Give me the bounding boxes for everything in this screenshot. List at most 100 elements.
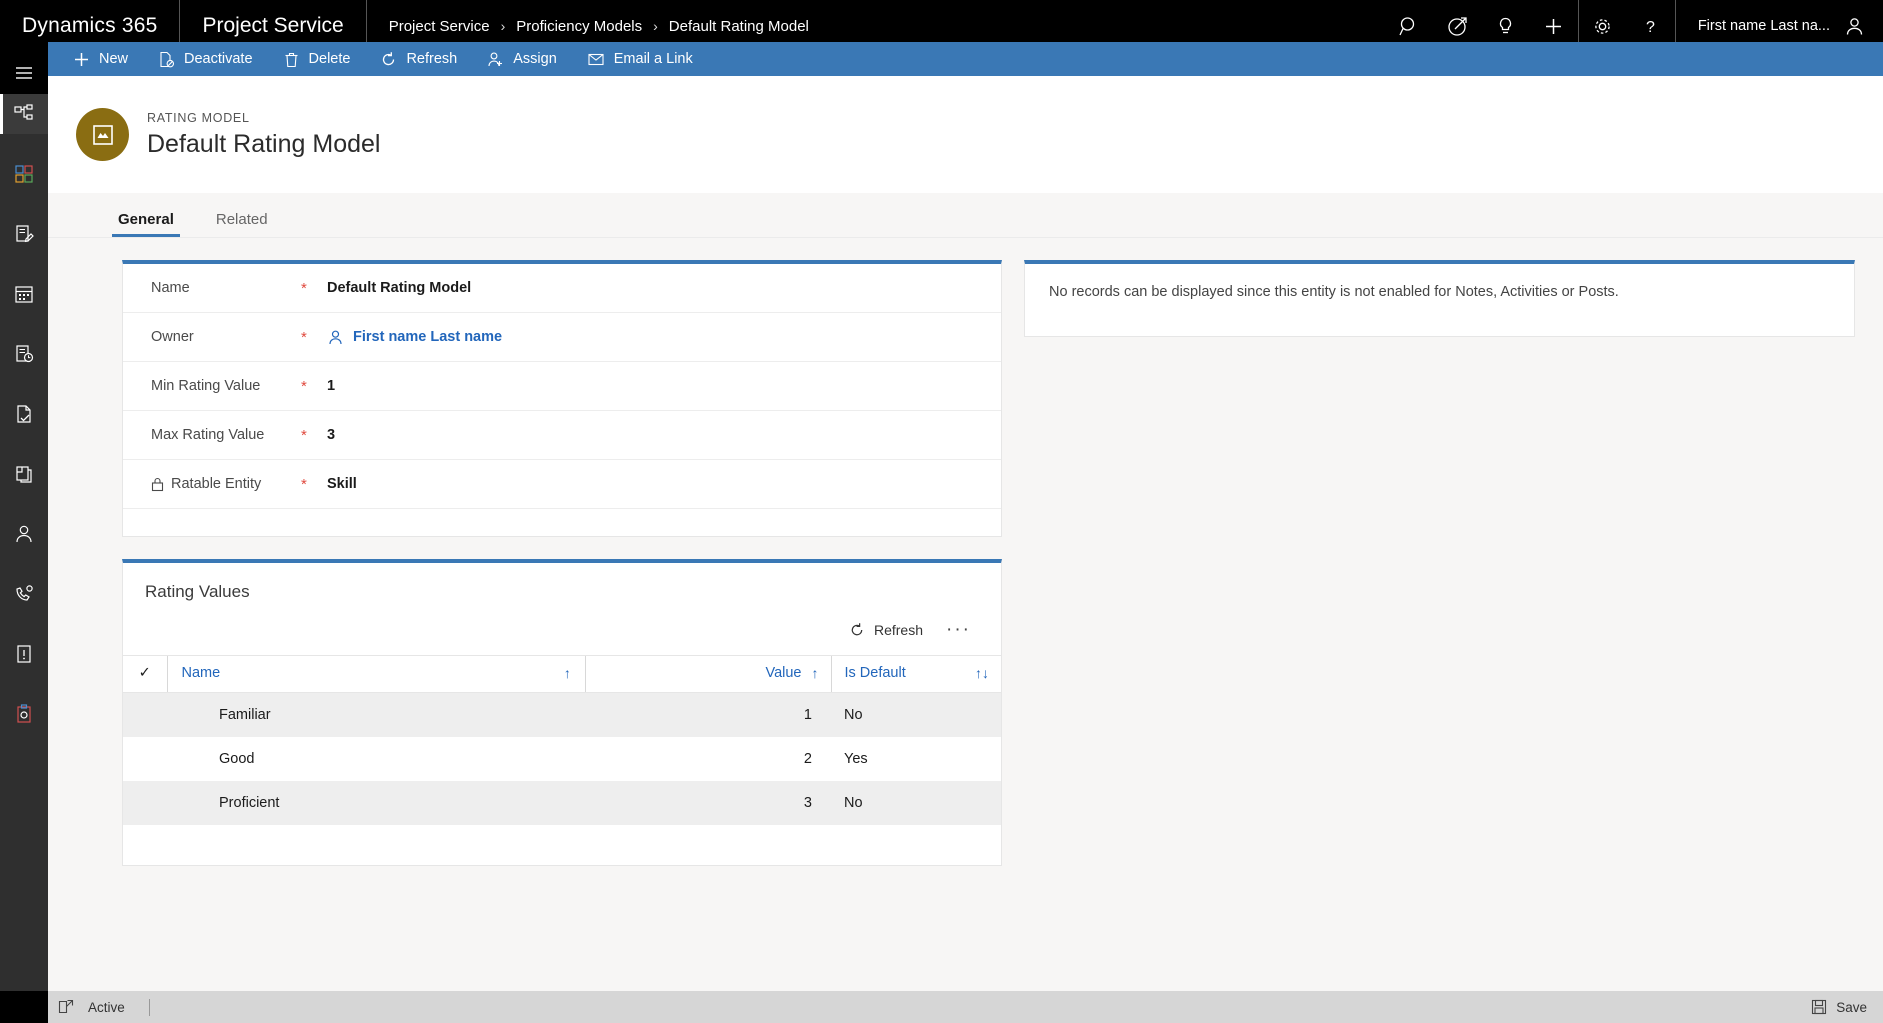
table-row[interactable]: Proficient 3 No: [123, 781, 1001, 825]
assign-user-icon: [487, 51, 504, 68]
new-button[interactable]: New: [58, 42, 143, 76]
left-navigation-rail: [0, 52, 48, 1023]
hamburger-menu-icon[interactable]: [0, 52, 48, 94]
subgrid-title: Rating Values: [145, 582, 250, 601]
delete-button-label: Delete: [308, 51, 351, 67]
row-name-link[interactable]: Familiar: [167, 692, 586, 737]
column-header-value-label: Value: [765, 665, 802, 681]
rating-values-subgrid-card: Rating Values Refresh ··· ✓ Name ↑ Value…: [122, 559, 1002, 866]
field-value-owner[interactable]: First name Last name: [327, 329, 502, 346]
record-header-text: RATING MODEL Default Rating Model: [147, 111, 380, 159]
required-indicator: *: [301, 279, 307, 297]
deactivate-icon: [158, 51, 175, 68]
field-label-ratable-entity-text: Ratable Entity: [171, 476, 262, 492]
open-record-icon[interactable]: [58, 999, 74, 1015]
field-row-max-rating-value: Max Rating Value * 3: [123, 411, 1001, 460]
row-name-link[interactable]: Proficient: [167, 781, 586, 825]
field-label-min-rating-value: Min Rating Value: [151, 378, 261, 394]
save-disk-icon: [1811, 999, 1827, 1015]
trash-icon: [283, 51, 300, 68]
copy-document-icon[interactable]: [0, 454, 48, 494]
field-value-max-rating-value[interactable]: 3: [327, 427, 335, 443]
owner-name-link[interactable]: First name Last name: [353, 329, 502, 345]
refresh-button[interactable]: Refresh: [365, 42, 472, 76]
row-checkbox[interactable]: [123, 692, 167, 737]
form-tab-bar: General Related: [48, 193, 1883, 238]
column-header-is-default[interactable]: Is Default ↑↓: [830, 655, 1001, 693]
phone-settings-icon[interactable]: [0, 574, 48, 614]
row-checkbox[interactable]: [123, 781, 167, 825]
document-clock-icon[interactable]: [0, 334, 48, 374]
dashboard-chart-icon[interactable]: [0, 154, 48, 194]
row-value-cell: 1: [585, 692, 831, 737]
field-label-ratable-entity: Ratable Entity: [151, 476, 301, 492]
entity-type-label: RATING MODEL: [147, 110, 250, 125]
breadcrumb-separator-icon: ›: [500, 18, 506, 34]
more-commands-icon[interactable]: ···: [938, 619, 979, 641]
breadcrumb-item-3[interactable]: Default Rating Model: [669, 18, 809, 35]
row-checkbox[interactable]: [123, 737, 167, 781]
field-value-min-rating-value[interactable]: 1: [327, 378, 335, 394]
rating-model-icon: [76, 108, 129, 161]
column-header-is-default-label: Is Default: [844, 665, 906, 681]
page-container: RATING MODEL Default Rating Model Genera…: [48, 76, 1883, 1023]
record-header: RATING MODEL Default Rating Model: [48, 76, 1883, 193]
record-state-label: Active: [88, 999, 125, 1015]
svg-text:?: ?: [1646, 19, 1655, 36]
select-all-checkmark-icon[interactable]: ✓: [123, 655, 167, 693]
column-header-name-label: Name: [181, 665, 221, 681]
required-indicator: *: [301, 328, 307, 346]
delete-button[interactable]: Delete: [268, 42, 366, 76]
edit-document-icon[interactable]: [0, 214, 48, 254]
notes-panel-card: No records can be displayed since this e…: [1024, 260, 1855, 337]
statusbar-left-filler: [0, 991, 48, 1023]
row-value-cell: 2: [803, 751, 812, 767]
subgrid-footer: [123, 825, 1001, 865]
lock-icon: [151, 477, 164, 492]
save-button[interactable]: Save: [1811, 999, 1867, 1015]
field-label-name: Name: [151, 280, 190, 296]
email-a-link-button[interactable]: Email a Link: [572, 42, 708, 76]
table-header-row: ✓ Name ↑ Value ↑ Is Default ↑↓: [123, 655, 1001, 693]
breadcrumb-separator-icon: ›: [653, 18, 658, 34]
column-header-name[interactable]: Name ↑: [166, 655, 586, 693]
refresh-icon: [380, 51, 397, 68]
status-divider: [148, 998, 150, 1016]
row-is-default-cell: No: [831, 781, 1001, 825]
table-body: Familiar 1 No Good 2 Yes Proficient 3 No: [123, 692, 1001, 825]
owner-person-icon: [327, 329, 344, 346]
subgrid-refresh-label: Refresh: [873, 622, 924, 638]
field-row-name: Name * Default Rating Model: [123, 264, 1001, 313]
breadcrumb-item-2[interactable]: Proficiency Models: [516, 18, 642, 35]
contact-person-icon[interactable]: [0, 514, 48, 554]
document-alert-icon[interactable]: [0, 634, 48, 674]
deactivate-button[interactable]: Deactivate: [143, 42, 268, 76]
form-left-column: Name * Default Rating Model Owner * Firs…: [122, 260, 1002, 1023]
row-name-link[interactable]: Good: [167, 737, 585, 781]
tab-general[interactable]: General: [112, 211, 180, 237]
calendar-icon[interactable]: [0, 274, 48, 314]
column-header-value[interactable]: Value ↑: [584, 655, 831, 693]
site-map-icon[interactable]: [0, 94, 48, 134]
tab-related[interactable]: Related: [210, 211, 274, 237]
sort-ascending-icon: ↑: [811, 665, 819, 681]
command-bar: New Deactivate Delete Refresh Assign Ema…: [48, 42, 1883, 76]
required-indicator: *: [301, 377, 307, 395]
sort-toggle-icon: ↑↓: [975, 665, 989, 681]
breadcrumb-item-1[interactable]: Project Service: [389, 18, 490, 35]
table-row[interactable]: Familiar 1 No: [123, 692, 1001, 737]
table-row[interactable]: Good 2 Yes: [123, 737, 1001, 781]
field-value-name[interactable]: Default Rating Model: [327, 280, 471, 296]
clipboard-settings-icon[interactable]: [0, 694, 48, 734]
document-check-icon[interactable]: [0, 394, 48, 434]
subgrid-refresh-button[interactable]: Refresh: [841, 618, 931, 642]
assign-button[interactable]: Assign: [472, 42, 572, 76]
save-button-label: Save: [1836, 999, 1867, 1015]
